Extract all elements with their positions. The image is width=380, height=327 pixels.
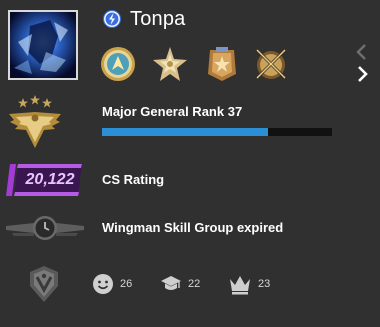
star-medal-icon[interactable] [150,44,190,84]
profile-panel: Tonpa Major General Rank 37 20,122 CS Ra… [0,0,380,327]
chevron-right-icon[interactable] [352,64,372,84]
commend-friendly-count: 26 [120,278,133,290]
commend-teacher[interactable]: 22 [160,273,200,295]
avatar[interactable] [8,10,78,80]
player-name[interactable]: Tonpa [130,8,186,31]
faceit-icon[interactable] [102,9,122,29]
service-medal-icon[interactable] [202,44,242,84]
wingman-skill-group-icon[interactable] [4,214,86,242]
profile-rank-icon[interactable] [24,264,64,304]
xp-progress-fill [102,128,268,136]
commend-leader[interactable]: 23 [228,273,270,295]
rank-label: Major General Rank 37 [102,104,243,119]
player-name-row: Tonpa [102,6,186,32]
cs-rating-value: 20,122 [25,171,75,188]
chevron-left-icon[interactable] [352,42,372,62]
cs-rating-label: CS Rating [102,172,165,187]
graduation-cap-icon [161,276,181,290]
crossed-weapons-medal-icon[interactable] [251,44,291,84]
commend-leader-count: 23 [258,278,271,290]
commend-friendly[interactable]: 26 [92,273,132,295]
commend-teacher-count: 22 [188,278,201,290]
smiley-icon [93,274,113,294]
crown-icon [230,276,250,295]
xp-progress-bar [102,128,332,136]
rank-eagle-icon[interactable] [6,94,64,150]
wingman-label: Wingman Skill Group expired [102,220,284,235]
faceit-medal-icon[interactable] [98,44,138,84]
